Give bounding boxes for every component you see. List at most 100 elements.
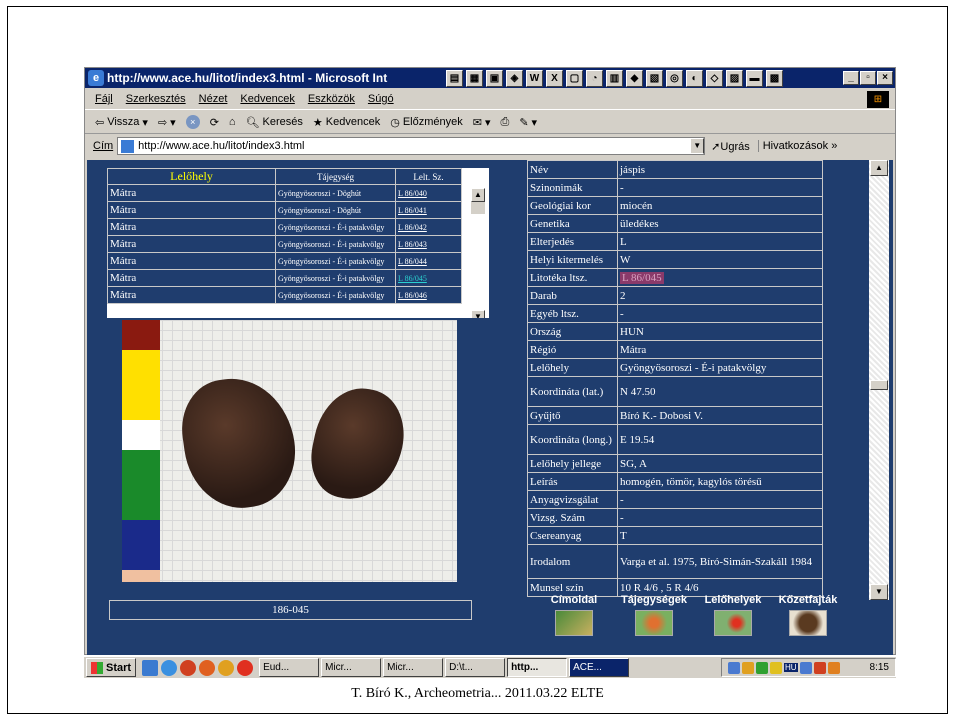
property-value: üledékes bbox=[617, 214, 823, 233]
nav-home-button[interactable]: Címoldal bbox=[539, 594, 609, 636]
save-icon[interactable]: ▬ bbox=[746, 69, 763, 87]
task-eudora[interactable]: Eud... bbox=[259, 658, 320, 677]
app-icon[interactable] bbox=[199, 659, 216, 676]
desktop-icon[interactable] bbox=[142, 659, 159, 676]
go-button[interactable]: ➚Ugrás bbox=[711, 140, 750, 153]
task-browser[interactable]: http... bbox=[507, 658, 568, 677]
back-button[interactable]: ⇦ Vissza ▾ bbox=[95, 116, 148, 129]
word-icon[interactable]: W bbox=[526, 69, 543, 87]
close-button[interactable]: × bbox=[877, 71, 893, 85]
home-icon: ⌂ bbox=[228, 116, 236, 128]
scroll-thumb[interactable] bbox=[471, 202, 485, 214]
scroll-thumb[interactable] bbox=[870, 380, 888, 390]
app-icon[interactable]: ◐ bbox=[686, 69, 703, 87]
scroll-up-button[interactable]: ▲ bbox=[471, 188, 485, 202]
start-button[interactable]: Start bbox=[86, 658, 137, 677]
go-arrow-icon: ➚ bbox=[711, 140, 721, 153]
row-inventory-link[interactable]: L 86/043 bbox=[395, 235, 462, 253]
app-icon[interactable] bbox=[237, 659, 254, 676]
property-value-text: Varga et al. 1975, Bíró-Simán-Szakáll 19… bbox=[620, 555, 812, 568]
property-key: Csereanyag bbox=[527, 526, 618, 545]
app-icon[interactable]: ▧ bbox=[646, 69, 663, 87]
row-inventory-link[interactable]: L 86/041 bbox=[395, 201, 462, 219]
excel-icon[interactable]: X bbox=[546, 69, 563, 87]
app-icon[interactable]: ▣ bbox=[486, 69, 503, 87]
antivirus-icon[interactable] bbox=[756, 661, 768, 674]
app-icon[interactable] bbox=[180, 659, 197, 676]
list-scrollbar[interactable]: ▲ ▼ bbox=[469, 176, 487, 318]
address-input[interactable]: http://www.ace.hu/litot/index3.html ▼ bbox=[117, 137, 706, 155]
app-icon[interactable] bbox=[770, 661, 782, 674]
property-row: Szinonimák - bbox=[527, 178, 823, 197]
forward-button[interactable]: ⇨ ▾ bbox=[158, 116, 176, 129]
table-row[interactable]: Mátra Gyöngyösoroszi - É-i patakvölgy L … bbox=[107, 286, 462, 304]
scroll-down-button[interactable]: ▼ bbox=[870, 584, 888, 600]
scroll-down-button[interactable]: ▼ bbox=[471, 310, 485, 318]
stop-button[interactable]: × bbox=[185, 115, 200, 129]
ie-icon[interactable] bbox=[161, 659, 178, 676]
app-icon[interactable] bbox=[813, 661, 826, 674]
app-icon[interactable]: ◔ bbox=[586, 69, 603, 87]
task-explorer[interactable]: D:\t... bbox=[445, 658, 506, 677]
table-row[interactable]: Mátra Gyöngyösoroszi - É-i patakvölgy L … bbox=[107, 252, 462, 270]
table-row[interactable]: Mátra Gyöngyösoroszi - É-i patakvölgy L … bbox=[107, 269, 462, 287]
task-word[interactable]: Micr... bbox=[321, 658, 382, 677]
speaker-icon[interactable] bbox=[728, 661, 740, 674]
app-icon[interactable]: ▨ bbox=[726, 69, 743, 87]
app-icon[interactable]: ▢ bbox=[566, 69, 583, 87]
app-icon[interactable] bbox=[218, 659, 235, 676]
maximize-button[interactable]: ▫ bbox=[860, 71, 876, 85]
menu-file[interactable]: Fájl bbox=[95, 93, 113, 105]
scroll-up-button[interactable]: ▲ bbox=[870, 160, 888, 176]
app-icon[interactable]: ▦ bbox=[466, 69, 483, 87]
app-icon[interactable] bbox=[799, 661, 812, 674]
property-row: Lelőhely jellege SG, A bbox=[527, 454, 823, 473]
menu-tools[interactable]: Eszközök bbox=[308, 93, 355, 105]
inventory-link[interactable]: L 86/045 bbox=[620, 271, 664, 284]
row-inventory-link[interactable]: L 86/042 bbox=[395, 218, 462, 236]
menu-edit[interactable]: Szerkesztés bbox=[126, 93, 186, 105]
favorites-button[interactable]: ★ Kedvencek bbox=[313, 116, 380, 129]
property-key: Litotéka ltsz. bbox=[527, 268, 618, 287]
home-button[interactable]: ⌂ bbox=[229, 116, 236, 128]
row-inventory-link[interactable]: L 86/044 bbox=[395, 252, 462, 270]
menu-view[interactable]: Nézet bbox=[199, 93, 228, 105]
table-row[interactable]: Mátra Gyöngyösoroszi - Döghút L 86/041 bbox=[107, 201, 462, 219]
property-row: Régió Mátra bbox=[527, 340, 823, 359]
app-icon[interactable]: ▩ bbox=[766, 69, 783, 87]
task-ace[interactable]: ACE... bbox=[569, 658, 630, 677]
nav-locations-button[interactable]: Lelőhelyek bbox=[697, 594, 769, 636]
network-icon[interactable] bbox=[742, 661, 754, 674]
row-inventory-link[interactable]: L 86/040 bbox=[395, 184, 462, 202]
page-scrollbar[interactable]: ▲ ▼ bbox=[869, 160, 889, 600]
refresh-button[interactable]: ⟳ bbox=[210, 116, 219, 129]
language-indicator[interactable]: HU bbox=[784, 663, 798, 672]
app-icon[interactable]: ◇ bbox=[706, 69, 723, 87]
menu-favorites[interactable]: Kedvencek bbox=[240, 93, 294, 105]
nav-regions-button[interactable]: Tájegységek bbox=[613, 594, 695, 636]
search-button[interactable]: 🔍︎ Keresés bbox=[246, 116, 303, 129]
app-icon[interactable]: ◎ bbox=[666, 69, 683, 87]
table-row[interactable]: Mátra Gyöngyösoroszi - Döghút L 86/040 bbox=[107, 184, 462, 202]
history-button[interactable]: ◷ Előzmények bbox=[390, 116, 463, 129]
mail-button[interactable]: ✉ ▾ bbox=[473, 116, 491, 129]
print-button[interactable]: ⎙ bbox=[501, 116, 510, 129]
app-icon[interactable]: ◈ bbox=[506, 69, 523, 87]
task-powerpoint[interactable]: Micr... bbox=[383, 658, 444, 677]
nav-rocktypes-button[interactable]: Kőzetfajták bbox=[771, 594, 845, 636]
minimize-button[interactable]: _ bbox=[843, 71, 859, 85]
table-row[interactable]: Mátra Gyöngyösoroszi - É-i patakvölgy L … bbox=[107, 218, 462, 236]
chevron-down-icon[interactable]: ▼ bbox=[690, 138, 705, 154]
menu-help[interactable]: Súgó bbox=[368, 93, 394, 105]
app-icon[interactable]: ▥ bbox=[606, 69, 623, 87]
row-inventory-link[interactable]: L 86/045 bbox=[395, 269, 462, 287]
app-icon[interactable]: ◆ bbox=[626, 69, 643, 87]
table-row[interactable]: Mátra Gyöngyösoroszi - É-i patakvölgy L … bbox=[107, 235, 462, 253]
row-inventory-link[interactable]: L 86/046 bbox=[395, 286, 462, 304]
location-table: Lelőhely Tájegység Lelt. Sz. Mátra Gyöng… bbox=[107, 168, 462, 304]
app-icon[interactable] bbox=[827, 661, 840, 674]
links-button[interactable]: Hivatkozások » bbox=[757, 140, 837, 152]
edit-button[interactable]: ✎ ▾ bbox=[519, 116, 537, 129]
property-value[interactable]: L 86/045 bbox=[617, 268, 823, 287]
app-icon[interactable]: ▤ bbox=[446, 69, 463, 87]
